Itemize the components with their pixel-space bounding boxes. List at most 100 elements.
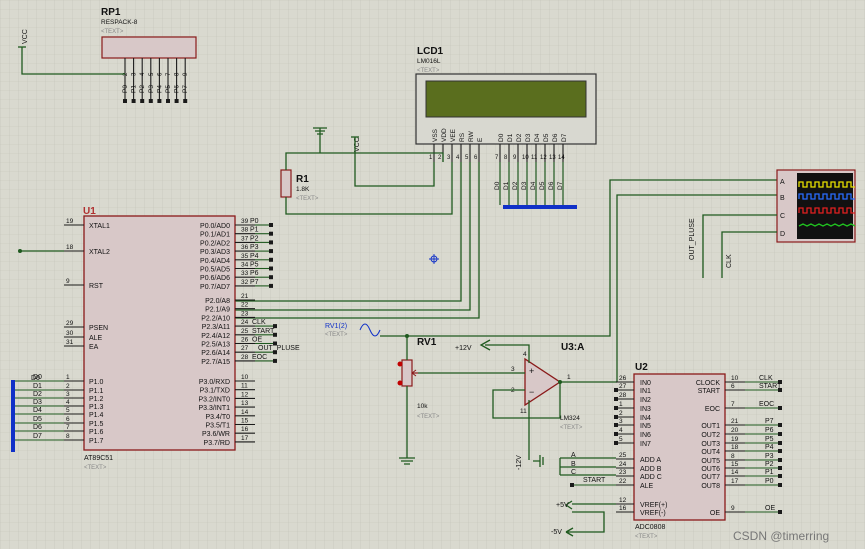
u1-right-pin-name: P3.7/RD xyxy=(204,440,230,447)
u2-unused-pin xyxy=(614,397,618,401)
lcd-pin-num: 12 xyxy=(540,155,547,161)
u1-p1-net: D5 xyxy=(33,416,42,423)
u2-net-label: CLK xyxy=(759,375,773,382)
u2-right-pin-num: 6 xyxy=(731,383,735,390)
u1-net-label: CLK xyxy=(252,319,266,326)
u2-right-pin-num: 18 xyxy=(731,444,739,451)
u2-left-pin-num: 26 xyxy=(619,375,627,382)
u2-left-pin-name: ADD A xyxy=(640,457,661,464)
u1-net-end xyxy=(273,358,277,363)
lcd-screen xyxy=(425,80,587,118)
u1-right-pin-num: 34 xyxy=(241,262,249,269)
u2-net-label: P1 xyxy=(765,469,774,476)
u2-right-pin-name: OUT4 xyxy=(701,449,720,456)
u1-left-pin-num: 19 xyxy=(66,218,74,225)
u2-unused-pin xyxy=(614,388,618,392)
u1-left-pin-name: P1.4 xyxy=(89,412,104,419)
u1-left-pin-name: P1.0 xyxy=(89,379,104,386)
u2-left-pin-num: 12 xyxy=(619,497,627,504)
u1-net-end xyxy=(269,249,273,254)
u2-left-pin-num: 27 xyxy=(619,383,627,390)
rp1-pin-label: P6 xyxy=(174,85,181,93)
u1-text: <TEXT> xyxy=(84,465,107,471)
lcd-pin-num: 13 xyxy=(549,155,556,161)
u1-right-pin-name: P0.5/AD5 xyxy=(200,267,230,274)
u2-left-pin-name: VREF(-) xyxy=(640,510,666,517)
u3-text: <TEXT> xyxy=(560,425,583,431)
lcd-pin-label: D7 xyxy=(561,133,568,142)
scope-channel-label: C xyxy=(780,213,785,220)
rp1-pin-label: P5 xyxy=(165,85,172,93)
u1-net-end xyxy=(269,231,273,236)
rp1-pin-end xyxy=(131,99,136,103)
u2-left-pin-name: IN5 xyxy=(640,423,651,430)
lcd-pin-label: D5 xyxy=(543,133,550,142)
u2-model: ADC0808 xyxy=(635,524,665,531)
u2-left-pin-num: 4 xyxy=(619,427,623,434)
u2-left-pin-name: IN6 xyxy=(640,432,651,439)
u1-net-end xyxy=(269,257,273,262)
lcd-pin-label: D6 xyxy=(552,133,559,142)
u2-right-pin-name: OUT6 xyxy=(701,466,720,473)
scope-trace-2 xyxy=(798,207,855,214)
rv1-text: <TEXT> xyxy=(417,414,440,420)
u1-bus-label: D0 xyxy=(31,375,40,382)
u2-right-pin-name: OUT3 xyxy=(701,441,720,448)
u2-right-pin-name: OUT1 xyxy=(701,423,720,430)
u1-right-pin-name: P2.5/A13 xyxy=(201,342,230,349)
u1-left-pin-num: 7 xyxy=(66,424,70,431)
u1-right-pin-name: P0.3/AD3 xyxy=(200,249,230,256)
u1-left-pin-num: 1 xyxy=(66,374,70,381)
u1-right-pin-num: 17 xyxy=(241,435,249,442)
u2-net-end xyxy=(778,510,782,514)
vref-minus-label: -5V xyxy=(551,529,562,536)
u1-net-label: OE xyxy=(252,337,262,344)
scope-trace-1 xyxy=(798,193,855,200)
u1-net-end xyxy=(269,240,273,245)
u1-right-pin-num: 39 xyxy=(241,218,249,225)
u2-net-end xyxy=(778,441,782,445)
vref-plus-label: +5V xyxy=(556,502,569,509)
rv1-value: 10k xyxy=(417,403,428,410)
lcd-bus-label: D1 xyxy=(503,181,510,190)
u1-right-pin-name: P3.0/RXD xyxy=(199,379,230,386)
u2-left-pin-num: 23 xyxy=(619,469,627,476)
u1-left-pin-name: RST xyxy=(89,283,104,290)
u3-plus: + xyxy=(529,366,534,376)
rp1-body xyxy=(101,36,197,59)
u1-right-pin-num: 26 xyxy=(241,337,249,344)
u1-p1-net: D7 xyxy=(33,433,42,440)
u2-net-label: P7 xyxy=(765,418,774,425)
u3-output-junction xyxy=(558,380,562,384)
r1-text: <TEXT> xyxy=(296,196,319,202)
u2-right-pin-name: OUT5 xyxy=(701,458,720,465)
rp1-pin-end xyxy=(140,99,145,103)
u2-net-end xyxy=(778,474,782,478)
u1-left-pin-num: 30 xyxy=(66,330,74,337)
u2-right-pin-num: 19 xyxy=(731,436,739,443)
u1-left-pin-num: 29 xyxy=(66,320,74,327)
u2-left-pin-num: 28 xyxy=(619,392,627,399)
u2-left-pin-num: 22 xyxy=(619,478,627,485)
u2-left-pin-name: ADD B xyxy=(640,466,662,473)
u1-net-end xyxy=(269,275,273,280)
u1-right-pin-name: P3.2/INT0 xyxy=(198,396,230,403)
u2-net-end xyxy=(778,483,782,487)
scope-channel-label: B xyxy=(780,195,785,202)
u1-left-pin-name: ALE xyxy=(89,335,103,342)
u2-right-pin-num: 17 xyxy=(731,478,739,485)
u2-net-end xyxy=(778,449,782,453)
u2-right-pin-num: 15 xyxy=(731,461,739,468)
lcd-pin-num: 14 xyxy=(558,155,565,161)
u1-p1-net: D2 xyxy=(33,391,42,398)
u1-right-pin-name: P3.3/INT1 xyxy=(198,405,230,412)
u1-right-pin-num: 23 xyxy=(241,310,249,317)
u2-left-pin-name: IN2 xyxy=(640,397,651,404)
scope-trace-0 xyxy=(798,181,855,188)
u1-right-pin-name: P2.0/A8 xyxy=(205,298,230,305)
rp1-ref: RP1 xyxy=(101,7,121,18)
u1-right-pin-num: 37 xyxy=(241,235,249,242)
u2-right-pin-num: 21 xyxy=(731,418,739,425)
u1-right-pin-name: P3.4/T0 xyxy=(205,414,230,421)
u1-right-pin-num: 35 xyxy=(241,253,249,260)
